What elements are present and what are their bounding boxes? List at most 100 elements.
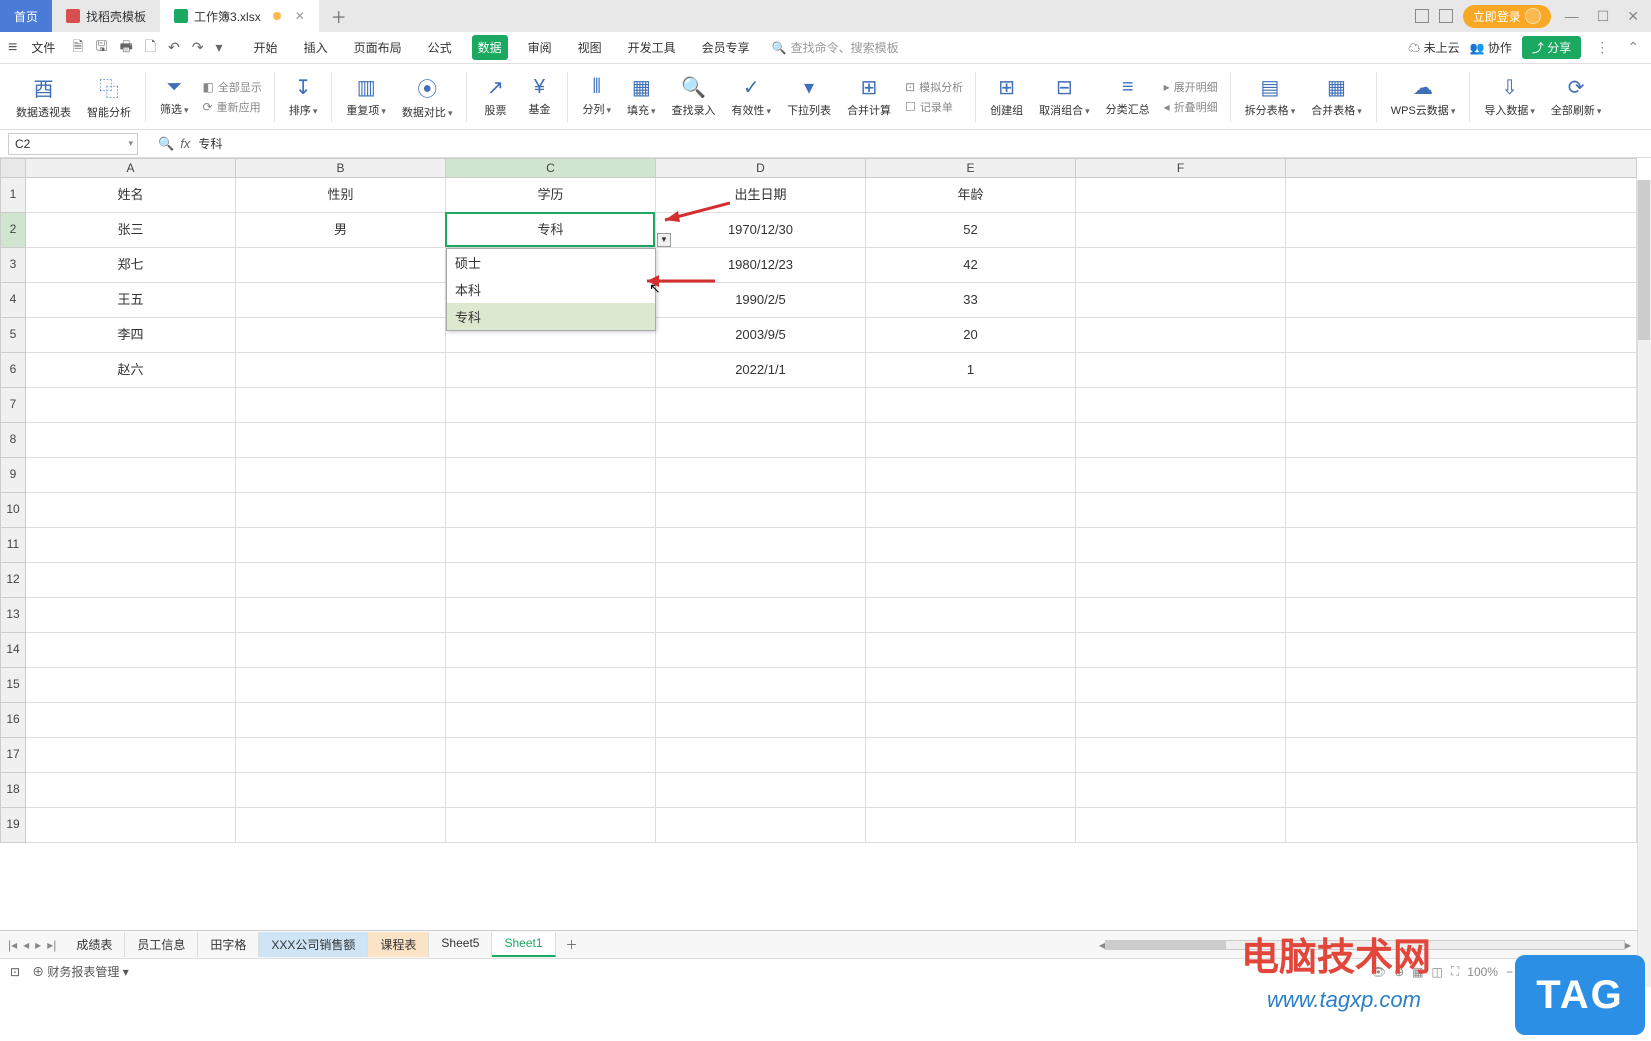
cell-E2[interactable]: 52 (866, 213, 1076, 248)
sheet-tab-课程表[interactable]: 课程表 (368, 932, 429, 957)
cell-B3[interactable] (236, 248, 446, 283)
cell-F18[interactable] (1076, 773, 1286, 808)
ribbon-数据对比[interactable]: ⦿数据对比 (396, 71, 459, 122)
horizontal-scrollbar[interactable]: ◂ ▸ (588, 938, 1651, 952)
menu-tab-视图[interactable]: 视图 (572, 35, 608, 60)
row-header-8[interactable]: 8 (0, 423, 26, 458)
col-header-E[interactable]: E (866, 158, 1076, 178)
cell-D19[interactable] (656, 808, 866, 843)
cell-B1[interactable]: 性别 (236, 178, 446, 213)
command-search[interactable]: 🔍 查找命令、搜索模板 (772, 39, 899, 56)
ribbon-导入数据[interactable]: ⇩导入数据 (1478, 73, 1541, 120)
cell-F13[interactable] (1076, 598, 1286, 633)
row-header-19[interactable]: 19 (0, 808, 26, 843)
qat-new-icon[interactable]: 🗎 (69, 36, 86, 60)
sheet-first-icon[interactable]: |◂ (8, 938, 17, 952)
maximize-button[interactable]: ☐ (1593, 8, 1614, 25)
row-header-11[interactable]: 11 (0, 528, 26, 563)
cell-A3[interactable]: 郑七 (26, 248, 236, 283)
col-header-C[interactable]: C (446, 158, 656, 178)
row-header-7[interactable]: 7 (0, 388, 26, 423)
qat-save-icon[interactable]: 🖫 (93, 36, 111, 60)
zoom-out-button[interactable]: − (1506, 965, 1513, 979)
cell-C2[interactable]: 专科 (446, 213, 656, 248)
cell-E18[interactable] (866, 773, 1076, 808)
cell-D5[interactable]: 2003/9/5 (656, 318, 866, 353)
cell-B15[interactable] (236, 668, 446, 703)
cell-C10[interactable] (446, 493, 656, 528)
menu-tab-审阅[interactable]: 审阅 (522, 35, 558, 60)
share-button[interactable]: ⤴ 分享 (1522, 36, 1581, 59)
cell-E15[interactable] (866, 668, 1076, 703)
select-all-corner[interactable] (0, 158, 26, 178)
cell-E9[interactable] (866, 458, 1076, 493)
cell-D2[interactable]: 1970/12/30 (656, 213, 866, 248)
cell-D16[interactable] (656, 703, 866, 738)
status-mode-icon[interactable]: ⊡ (10, 965, 20, 979)
cell-B16[interactable] (236, 703, 446, 738)
cell-F11[interactable] (1076, 528, 1286, 563)
cell-B18[interactable] (236, 773, 446, 808)
cell-C16[interactable] (446, 703, 656, 738)
formula-input[interactable]: 专科 (190, 135, 1651, 152)
qat-print-icon[interactable]: 🖶 (117, 36, 136, 60)
sheet-tab-Sheet1[interactable]: Sheet1 (492, 932, 555, 957)
dropdown-item-硕士[interactable]: 硕士 (447, 249, 655, 276)
cell-F16[interactable] (1076, 703, 1286, 738)
cell-F7[interactable] (1076, 388, 1286, 423)
ribbon-拆分表格[interactable]: ▤拆分表格 (1239, 73, 1302, 120)
cell-D17[interactable] (656, 738, 866, 773)
layout-icon[interactable] (1415, 9, 1429, 23)
cell-A19[interactable] (26, 808, 236, 843)
view-page-icon[interactable]: ◫ (1432, 965, 1443, 979)
ribbon-股票[interactable]: ↗股票 (475, 73, 515, 120)
cell-B2[interactable]: 男 (236, 213, 446, 248)
sheet-tab-Sheet5[interactable]: Sheet5 (429, 932, 492, 957)
cell-D11[interactable] (656, 528, 866, 563)
cell-B19[interactable] (236, 808, 446, 843)
cell-A1[interactable]: 姓名 (26, 178, 236, 213)
cell-B9[interactable] (236, 458, 446, 493)
cell-D12[interactable] (656, 563, 866, 598)
cell-E1[interactable]: 年龄 (866, 178, 1076, 213)
cancel-fx-icon[interactable]: 🔍 (158, 136, 174, 152)
ribbon-分列[interactable]: ⫴分列 (576, 74, 617, 119)
cell-dropdown-button[interactable]: ▼ (657, 233, 671, 247)
coop-button[interactable]: 👥 协作 (1470, 39, 1512, 56)
cell-A13[interactable] (26, 598, 236, 633)
ribbon-折叠明细[interactable]: ◂折叠明细 (1160, 98, 1222, 116)
cell-F4[interactable] (1076, 283, 1286, 318)
ribbon-合并计算[interactable]: ⊞合并计算 (841, 73, 897, 120)
col-header-B[interactable]: B (236, 158, 446, 178)
ribbon-重新应用[interactable]: ⟳重新应用 (199, 98, 266, 116)
cell-A16[interactable] (26, 703, 236, 738)
cell-C6[interactable] (446, 353, 656, 388)
col-header-F[interactable]: F (1076, 158, 1286, 178)
qat-dropdown-icon[interactable]: ▾ (213, 39, 226, 56)
cell-A12[interactable] (26, 563, 236, 598)
cell-A17[interactable] (26, 738, 236, 773)
row-header-3[interactable]: 3 (0, 248, 26, 283)
cell-D4[interactable]: 1990/2/5 (656, 283, 866, 318)
file-menu[interactable]: 文件 (23, 37, 63, 58)
sheet-next-icon[interactable]: ▸ (35, 938, 41, 952)
dropdown-item-专科[interactable]: 专科 (447, 303, 655, 330)
cell-E12[interactable] (866, 563, 1076, 598)
sheet-prev-icon[interactable]: ◂ (23, 938, 29, 952)
ribbon-取消组合[interactable]: ⊟取消组合 (1033, 73, 1096, 120)
ribbon-数据透视表[interactable]: ⾣数据透视表 (10, 71, 77, 122)
new-tab-button[interactable]: ＋ (319, 4, 359, 28)
ribbon-模拟分析[interactable]: ⊡模拟分析 (901, 78, 967, 96)
row-header-17[interactable]: 17 (0, 738, 26, 773)
cell-A6[interactable]: 赵六 (26, 353, 236, 388)
cell-A15[interactable] (26, 668, 236, 703)
cell-F19[interactable] (1076, 808, 1286, 843)
row-header-18[interactable]: 18 (0, 773, 26, 808)
cell-C12[interactable] (446, 563, 656, 598)
ribbon-创建组[interactable]: ⊞创建组 (984, 73, 1029, 120)
cell-F17[interactable] (1076, 738, 1286, 773)
menu-tab-开始[interactable]: 开始 (248, 35, 284, 60)
sheet-tab-田字格[interactable]: 田字格 (198, 932, 259, 957)
cell-C17[interactable] (446, 738, 656, 773)
cell-B6[interactable] (236, 353, 446, 388)
